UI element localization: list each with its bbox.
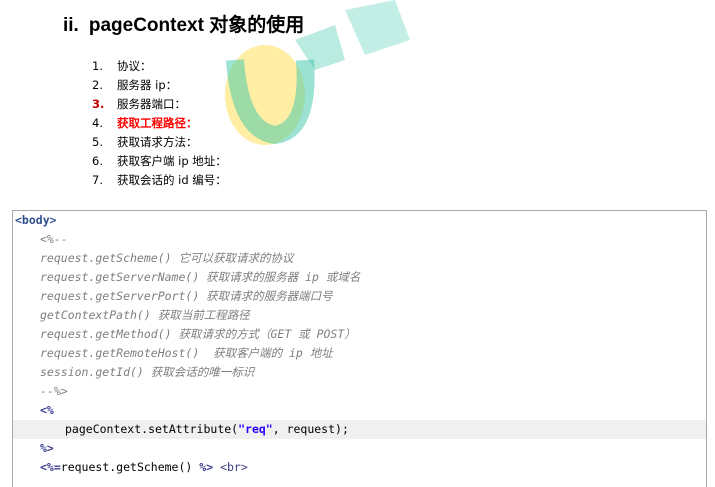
code-line: request.getRemoteHost() 获取客户端的 ip 地址 [40, 346, 333, 360]
list-item: 6. 获取客户端 ip 地址： [92, 154, 227, 168]
heading-title: pageContext 对象的使用 [88, 15, 305, 36]
list-item: 1. 协议： [92, 59, 152, 73]
code-line: --%> [40, 384, 68, 398]
list-item: 3. 服务器端口： [92, 97, 186, 111]
code-line: <% [40, 403, 54, 417]
section-heading: ii. pageContext 对象的使用 [63, 10, 304, 37]
code-line: <%-- [40, 232, 68, 246]
code-line: <%=request.getScheme() %> <br> [40, 460, 248, 474]
code-line: pageContext.setAttribute("req", request)… [65, 422, 349, 436]
code-line: request.getMethod() 获取请求的方式（GET 或 POST） [40, 327, 356, 341]
code-line: <body> [15, 213, 57, 227]
list-item: 7. 获取会话的 id 编号： [92, 173, 227, 187]
code-line: request.getScheme() 它可以获取请求的协议 [40, 251, 294, 265]
code-line: getContextPath() 获取当前工程路径 [40, 308, 250, 322]
code-block: <body> <%-- request.getScheme() 它可以获取请求的… [12, 210, 707, 487]
list-item-highlighted: 4. 获取工程路径： [92, 116, 198, 130]
code-line: %> [40, 441, 54, 455]
code-line: request.getServerPort() 获取请求的服务器端口号 [40, 289, 333, 303]
list-item: 2. 服务器 ip： [92, 78, 178, 92]
code-line: request.getServerName() 获取请求的服务器 ip 或域名 [40, 270, 361, 284]
feature-list: 1. 协议： 2. 服务器 ip： 3. 服务器端口： 4. 获取工程路径： 5. 获取请… [92, 57, 227, 190]
heading-number: ii. [63, 15, 79, 36]
code-line: session.getId() 获取会话的唯一标识 [40, 365, 255, 379]
list-item: 5. 获取请求方法： [92, 135, 198, 149]
